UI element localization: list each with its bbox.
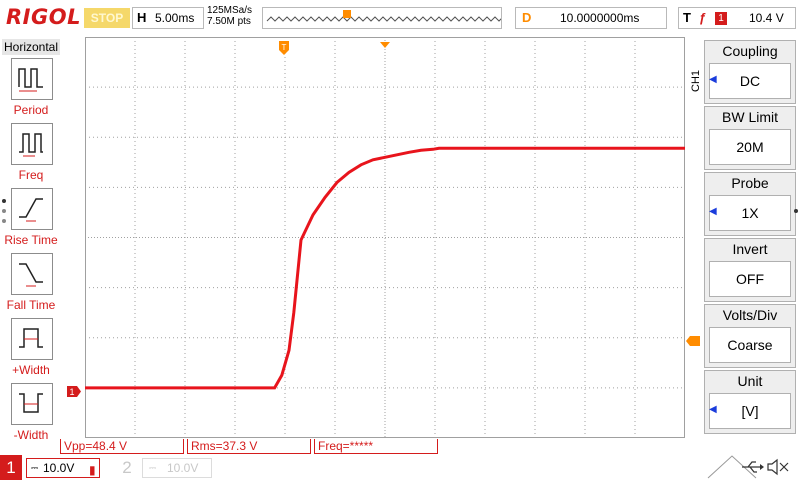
ch1-scale: 10.0V [43, 461, 75, 475]
probe-title: Probe [731, 175, 769, 191]
invert-softkey[interactable]: Invert OFF [704, 238, 796, 302]
memory-position-bar[interactable] [262, 7, 502, 29]
negative-width-label: -Width [13, 428, 49, 442]
unit-value: [V] [709, 393, 791, 429]
dc-coupling-icon: ⎓ [31, 463, 39, 473]
ch1-marker-text: 1 [69, 387, 74, 397]
trigger-level: 10.4 V [749, 11, 784, 25]
measurement-vpp[interactable]: Vpp=48.4 V [60, 439, 184, 454]
probe-softkey[interactable]: Probe 1X ◀ [704, 172, 796, 236]
rise-time-icon [11, 188, 53, 230]
measure-period[interactable]: Period [0, 58, 62, 122]
measure-menu-title: Horizontal [2, 39, 60, 55]
bw-limit-title: BW Limit [722, 109, 778, 125]
measurement-rms[interactable]: Rms=37.3 V [187, 439, 311, 454]
run-stop-status[interactable]: STOP [84, 8, 130, 28]
coupling-title: Coupling [722, 43, 778, 59]
trigger-level-marker[interactable] [686, 335, 700, 346]
measurement-freq[interactable]: Freq=***** [314, 439, 438, 454]
unit-softkey[interactable]: Unit [V] ◀ [704, 370, 796, 434]
measure-rise-time[interactable]: Rise Time [0, 188, 62, 252]
menu-page-dot [2, 209, 6, 213]
menu-page-dot [2, 199, 6, 203]
measure-fall-time[interactable]: Fall Time [0, 253, 62, 317]
horizontal-label: H [137, 10, 147, 25]
measure-frequency[interactable]: Freq [0, 123, 62, 187]
menu-page-dot [794, 209, 798, 213]
timebase-value: 5.00ms [155, 11, 195, 25]
delay-label: D [522, 10, 532, 25]
rising-edge-icon: ƒ [699, 10, 707, 25]
dc-coupling-icon: ⎓ [149, 463, 157, 473]
system-status [706, 454, 796, 480]
delay-value: 10.0000000ms [560, 11, 640, 25]
frequency-icon [11, 123, 53, 165]
select-arrow-icon: ◀ [709, 74, 717, 85]
select-arrow-icon: ◀ [709, 404, 717, 415]
invert-title: Invert [732, 241, 768, 257]
timebase-display[interactable]: H 5.00ms [132, 7, 204, 29]
measure-negative-width[interactable]: -Width [0, 383, 62, 447]
bw-limit-softkey[interactable]: BW Limit 20M [704, 106, 796, 170]
period-label: Period [13, 103, 49, 117]
bw-limit-value: 20M [709, 129, 791, 165]
unit-title: Unit [737, 373, 763, 389]
graticule [85, 37, 685, 438]
mute-speaker-icon [767, 458, 789, 476]
coupling-softkey[interactable]: Coupling DC ◀ [704, 40, 796, 104]
ch1-offset-marker[interactable]: 1 [67, 386, 81, 397]
memory-depth: 7.50M pts [207, 16, 251, 27]
waveform-display[interactable] [85, 37, 685, 438]
volts-div-softkey[interactable]: Volts/Div Coarse [704, 304, 796, 368]
memory-waveform-icon [266, 10, 501, 22]
measure-positive-width[interactable]: +Width [0, 318, 62, 382]
ch2-scale: 10.0V [167, 461, 199, 475]
frequency-label: Freq [18, 168, 44, 182]
brand-logo: RIGOL [6, 5, 81, 29]
trigger-display[interactable]: T ƒ 1 10.4 V [678, 7, 796, 29]
usb-icon [742, 461, 764, 473]
volts-div-value: Coarse [709, 327, 791, 363]
ch1-scale-box[interactable]: 10.0V ▮ ⎓ [26, 458, 100, 478]
ch2-number[interactable]: 2 [116, 455, 138, 480]
menu-channel-tag: CH1 [690, 69, 702, 92]
volts-div-title: Volts/Div [722, 307, 778, 323]
menu-page-dot [2, 219, 6, 223]
ch2-scale-box[interactable]: 10.0V ⎓ [142, 458, 212, 478]
positive-width-label: +Width [12, 363, 50, 377]
ch1-probe-icon: ▮ [89, 463, 96, 477]
fall-time-icon [11, 253, 53, 295]
select-arrow-icon: ◀ [709, 206, 717, 217]
rise-time-label: Rise Time [4, 233, 58, 247]
invert-value: OFF [709, 261, 791, 297]
trigger-position-marker[interactable]: T [279, 41, 289, 55]
negative-width-icon [11, 383, 53, 425]
positive-width-icon [11, 318, 53, 360]
trigger-source: 1 [715, 12, 727, 25]
trigger-label: T [683, 10, 691, 25]
period-icon [11, 58, 53, 100]
ch1-number[interactable]: 1 [0, 455, 22, 480]
coupling-value: DC [709, 63, 791, 99]
channel-menu: Coupling DC ◀ BW Limit 20M Probe 1X ◀ In… [704, 40, 796, 436]
acquisition-info: 125MSa/s 7.50M pts [207, 5, 252, 27]
fall-time-label: Fall Time [6, 298, 56, 312]
sample-rate: 125MSa/s [207, 5, 253, 16]
delay-display[interactable]: D 10.0000000ms [515, 7, 667, 29]
probe-value: 1X [709, 195, 791, 231]
center-marker [380, 37, 390, 48]
trigger-marker-text: T [282, 43, 287, 52]
